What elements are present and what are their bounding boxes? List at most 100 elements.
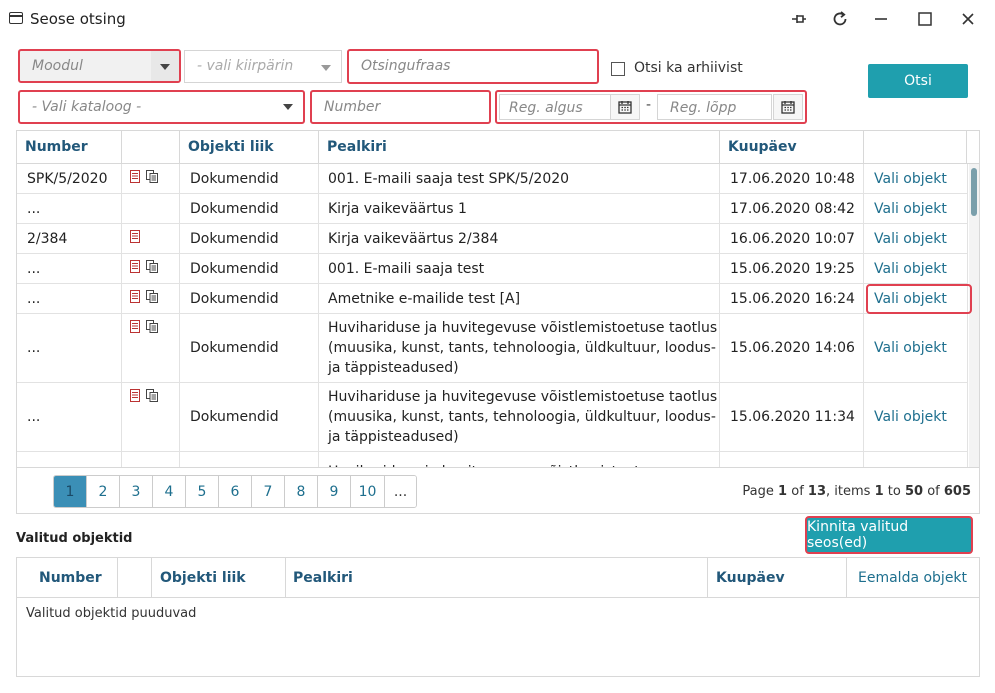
pagination-page-2[interactable]: 2 [87,476,120,507]
column-header-date[interactable]: Kuupäev [720,131,864,164]
page-info-total-pages: 13 [807,484,826,499]
column-header-type[interactable]: Objekti liik [152,558,286,598]
search-button[interactable]: Otsi [868,64,968,98]
close-icon[interactable] [953,5,983,33]
pagination-page-5[interactable]: 5 [186,476,219,507]
table-row: ... Dokumendid Huvihariduse ja huvitegevus… [17,383,968,452]
table-row: ... Dokumendid Ametnike e-mailide test [A]… [17,284,968,314]
quickpick-placeholder: - vali kiirpärin [197,58,294,74]
column-header-number[interactable]: Number [17,558,118,598]
cell-number [17,452,122,467]
highlight-frame [866,284,972,314]
chevron-down-icon [283,104,293,110]
page-info-from: 1 [874,484,884,499]
cell-action: Vali objekt [864,164,968,193]
table-row: ... Dokumendid Kirja vaikeväärtus 1 17.06.2… [17,194,968,224]
pagination-page-8[interactable]: 8 [285,476,318,507]
cell-type: Dokumendid [180,383,319,451]
column-header-number[interactable]: Number [17,131,122,164]
attachment-icon [146,389,158,402]
select-object-link[interactable]: Vali objekt [874,261,947,277]
cell-date-text: 15.06.2020 14:06 [730,340,855,356]
cell-date: 15.06.2020 11:34 [720,383,864,451]
cell-action: Vali objekt [864,194,968,223]
pin-icon[interactable] [784,5,814,33]
pagination-page-9[interactable]: 9 [318,476,351,507]
pagination-page-7[interactable]: 7 [252,476,285,507]
page-info-of2: of [927,484,940,499]
archive-checkbox[interactable] [611,62,625,76]
cell-type-text: Dokumendid [190,170,279,187]
remove-object-header[interactable]: Eemalda objekt [847,558,977,598]
page-info-items-label: , items [826,484,871,499]
cell-date: 17.06.2020 10:48 [720,164,864,193]
selected-empty-message: Valitud objektid puuduvad [26,606,197,621]
cell-number: 2/384 [17,224,122,253]
cell-action: Vali objekt [864,224,968,253]
cell-type-text: Dokumendid [190,409,279,425]
reg-start-placeholder: Reg. algus [509,100,583,116]
document-icon [130,170,140,183]
pagination-page-1[interactable]: 1 [54,476,87,507]
cell-type-text: Dokumendid [190,340,279,356]
cell-date-text: 15.06.2020 19:25 [730,260,855,277]
table-row: ... Dokumendid 001. E-maili saaja test 15.0… [17,254,968,284]
cell-number-text: 2/384 [27,230,68,247]
selected-section-title: Valitud objektid [16,531,133,546]
table-row: 2/384 Dokumendid Kirja vaikeväärtus 2/384 1… [17,224,968,254]
reg-end-input[interactable]: Reg. lõpp [657,94,772,120]
select-object-link[interactable]: Vali objekt [874,201,947,217]
cell-type: Dokumendid [180,254,319,283]
cell-number-text: ... [27,290,41,307]
calendar-icon[interactable] [773,94,803,120]
pagination-page-6[interactable]: 6 [219,476,252,507]
maximize-icon[interactable] [910,5,940,33]
cell-icons [122,224,180,253]
scrollbar-thumb[interactable] [971,168,977,216]
select-object-link[interactable]: Vali objekt [874,340,947,356]
reg-start-input[interactable]: Reg. algus [499,94,611,120]
number-input[interactable]: Number [310,90,491,124]
column-header-icons [122,131,180,164]
module-select[interactable]: Moodul [18,49,181,83]
confirm-selected-button[interactable]: Kinnita valitud seos(ed) [805,516,973,554]
document-icon [130,290,140,303]
cell-number: ... [17,314,122,382]
column-header-type[interactable]: Objekti liik [180,131,319,164]
results-scrollbar[interactable] [969,164,979,467]
pagination-page-10[interactable]: 10 [351,476,385,507]
cell-type: Dokumendid [180,224,319,253]
results-body: SPK/5/2020 Dokumendid 001. E-maili saaja t… [17,164,968,467]
cell-number: SPK/5/2020 [17,164,122,193]
table-row: SPK/5/2020 Dokumendid 001. E-maili saaja t… [17,164,968,194]
cell-icons [122,194,180,223]
chevron-down-icon [321,65,331,71]
pagination-more[interactable]: ... [385,476,416,507]
select-object-link[interactable]: Vali objekt [874,231,947,247]
minimize-icon[interactable] [866,5,896,33]
column-header-action [864,131,967,164]
catalog-placeholder: - Vali kataloog - [32,99,142,115]
calendar-icon[interactable] [610,94,640,120]
refresh-icon[interactable] [825,5,855,33]
quickpick-select[interactable]: - vali kiirpärin [184,50,342,83]
cell-number-text: ... [27,260,41,277]
cell-number: ... [17,284,122,313]
cell-icons [122,383,180,451]
column-header-title[interactable]: Pealkiri [319,131,720,164]
column-header-date[interactable]: Kuupäev [708,558,847,598]
select-object-link[interactable]: Vali objekt [874,171,947,187]
pagination-page-3[interactable]: 3 [120,476,153,507]
archive-checkbox-label: Otsi ka arhiivist [634,60,743,76]
column-header-title[interactable]: Pealkiri [286,558,708,598]
cell-title-text: 001. E-maili saaja test [328,260,485,277]
select-object-link[interactable]: Vali objekt [874,409,947,425]
search-phrase-input[interactable]: Otsingufraas [347,49,599,84]
catalog-select[interactable]: - Vali kataloog - [18,90,305,124]
cell-action: Vali objekt [864,314,968,382]
document-icon [130,230,140,243]
page-info-to-label: to [887,484,901,499]
cell-date-text: 15.06.2020 11:34 [730,409,855,425]
pagination-page-4[interactable]: 4 [153,476,186,507]
attachment-icon [146,290,158,303]
